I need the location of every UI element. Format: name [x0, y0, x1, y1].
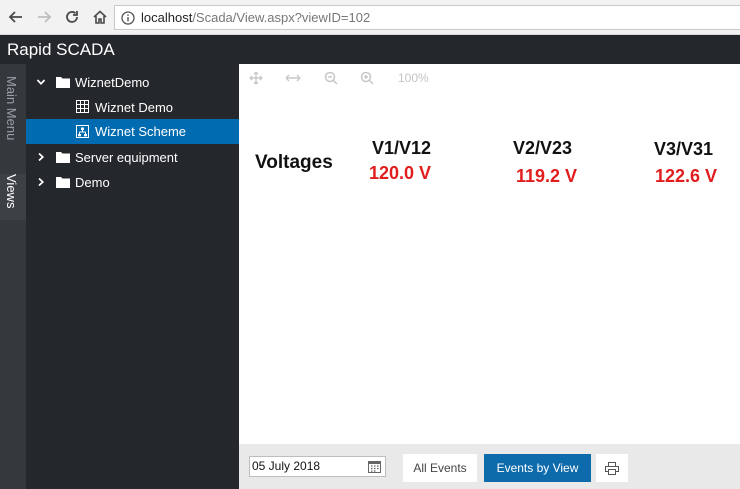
- tree-node-server-equipment[interactable]: Server equipment: [26, 145, 239, 169]
- info-icon[interactable]: [121, 10, 135, 25]
- tree-node-demo[interactable]: Demo: [26, 170, 239, 194]
- tree-node-wiznet-scheme[interactable]: Wiznet Scheme: [26, 119, 239, 144]
- print-icon: [605, 462, 619, 475]
- zoom-out-icon[interactable]: [324, 71, 338, 85]
- back-button[interactable]: [3, 4, 29, 30]
- folder-icon: [56, 77, 70, 88]
- reload-button[interactable]: [59, 4, 85, 30]
- tab-main-menu-label: Main Menu: [4, 76, 19, 141]
- views-tree: WiznetDemo Wiznet Demo Wiznet Scheme Ser…: [26, 64, 239, 489]
- channel-name: V1/V12: [372, 138, 432, 158]
- forward-button[interactable]: [31, 4, 57, 30]
- scheme-view: 100% Voltages V1/V12 120.0 V V2/V23 119.…: [239, 64, 740, 444]
- tab-views-label: Views: [4, 174, 19, 209]
- channel-value: 119.2 V: [516, 166, 578, 186]
- tree-node-label: Server equipment: [75, 149, 178, 165]
- events-by-view-button[interactable]: Events by View: [484, 454, 591, 482]
- tree-node-label: Wiznet Scheme: [95, 124, 187, 139]
- back-arrow-icon: [8, 11, 22, 23]
- reload-icon: [66, 11, 78, 23]
- events-bar: 05 July 2018 All Events Events by View: [239, 444, 740, 489]
- tree-node-label: Demo: [75, 174, 110, 190]
- chevron-right-icon[interactable]: [36, 152, 46, 162]
- home-button[interactable]: [87, 4, 113, 30]
- date-field[interactable]: 05 July 2018: [249, 456, 386, 477]
- url-path: /Scada/View.aspx?viewID=102: [192, 10, 371, 25]
- tab-main-menu[interactable]: Main Menu: [0, 76, 26, 156]
- chevron-right-icon[interactable]: [36, 177, 46, 187]
- tab-views[interactable]: Views: [0, 174, 26, 220]
- channel-name: V3/V31: [654, 139, 714, 159]
- date-value: 05 July 2018: [252, 459, 321, 473]
- fit-width-icon[interactable]: [285, 71, 301, 85]
- zoom-in-icon[interactable]: [360, 71, 374, 85]
- browser-toolbar: localhost/Scada/View.aspx?viewID=102: [0, 0, 740, 35]
- scheme-title: Voltages: [255, 152, 333, 173]
- table-view-icon: [76, 100, 89, 113]
- print-button[interactable]: [596, 454, 628, 482]
- tree-node-wiznetdemo[interactable]: WiznetDemo: [26, 70, 239, 94]
- tree-node-label: WiznetDemo: [75, 74, 150, 90]
- tree-node-wiznet-demo[interactable]: Wiznet Demo: [26, 95, 239, 119]
- forward-arrow-icon: [38, 11, 52, 23]
- all-events-button[interactable]: All Events: [403, 454, 477, 482]
- channel-value: 120.0 V: [369, 163, 432, 183]
- side-tab-strip: Main Menu Views: [0, 64, 26, 489]
- channel-name: V2/V23: [513, 138, 573, 158]
- folder-icon: [56, 152, 70, 163]
- url-host: localhost: [141, 10, 193, 25]
- home-icon: [93, 10, 107, 24]
- folder-icon: [56, 177, 70, 188]
- channel-value: 122.6 V: [655, 166, 718, 186]
- address-bar[interactable]: localhost/Scada/View.aspx?viewID=102: [114, 5, 740, 30]
- move-icon[interactable]: [249, 71, 263, 85]
- calendar-icon[interactable]: [368, 460, 381, 473]
- zoom-level: 100%: [398, 71, 429, 85]
- chevron-down-icon[interactable]: [36, 77, 46, 87]
- app-title: Rapid SCADA: [0, 35, 740, 64]
- tree-node-label: Wiznet Demo: [95, 99, 174, 115]
- scheme-view-icon: [76, 125, 89, 138]
